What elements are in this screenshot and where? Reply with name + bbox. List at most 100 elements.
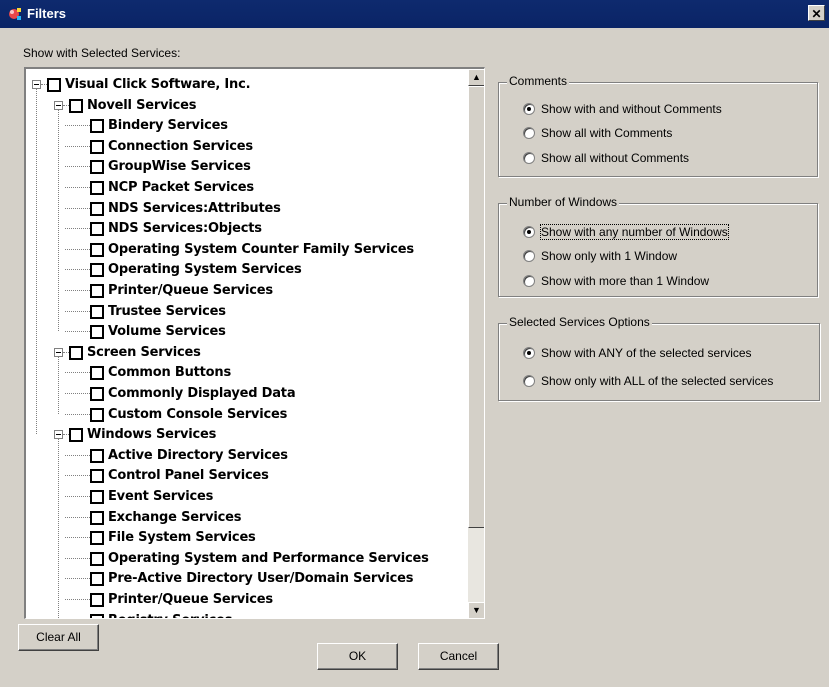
- tree-node[interactable]: NDS Services:Attributes: [26, 199, 466, 219]
- radio-dot: [523, 226, 535, 238]
- tree-checkbox[interactable]: [90, 263, 104, 278]
- tree-node[interactable]: Operating System Services: [26, 260, 466, 280]
- tree-node-label: Connection Services: [108, 138, 253, 154]
- close-icon: ✕: [811, 7, 822, 21]
- tree-connector: [65, 413, 90, 415]
- tree-node[interactable]: Connection Services: [26, 137, 466, 157]
- ok-button[interactable]: OK: [317, 643, 398, 670]
- tree-checkbox[interactable]: [90, 448, 104, 463]
- tree-connector: [58, 109, 59, 332]
- tree-connector: [65, 207, 90, 209]
- radio-label: Show all without Comments: [541, 151, 690, 165]
- tree-node[interactable]: Event Services: [26, 487, 466, 507]
- tree-vertical-scrollbar[interactable]: ▲ ▼: [468, 69, 484, 618]
- collapse-icon[interactable]: [54, 100, 63, 110]
- tree-checkbox[interactable]: [90, 510, 104, 525]
- radio-label: Show with any number of Windows: [540, 224, 729, 240]
- tree-checkbox[interactable]: [90, 181, 104, 195]
- tree-checkbox[interactable]: [90, 366, 104, 381]
- tree-node[interactable]: Printer/Queue Services: [26, 590, 466, 610]
- tree-connector: [65, 125, 90, 127]
- tree-checkbox[interactable]: [90, 572, 104, 587]
- tree-node[interactable]: Registry Services: [26, 611, 466, 618]
- tree-node[interactable]: Volume Services: [26, 322, 466, 342]
- tree-node-label: Control Panel Services: [108, 468, 269, 484]
- tree-node-label: Operating System Counter Family Services: [108, 241, 414, 257]
- tree-node-label: Windows Services: [87, 427, 217, 443]
- tree-node[interactable]: GroupWise Services: [26, 157, 466, 177]
- clear-all-button[interactable]: Clear All: [18, 624, 99, 651]
- scroll-down-button[interactable]: ▼: [468, 602, 484, 618]
- tree-node[interactable]: Custom Console Services: [26, 405, 466, 425]
- windows-group-title: Number of Windows: [507, 195, 620, 209]
- tree-connector: [65, 496, 90, 497]
- tree-checkbox[interactable]: [69, 98, 83, 113]
- tree-node[interactable]: Trustee Services: [26, 302, 466, 322]
- tree-checkbox[interactable]: [90, 593, 104, 607]
- tree-node[interactable]: Pre-Active Directory User/Domain Service…: [26, 569, 466, 589]
- scroll-up-button[interactable]: ▲: [468, 69, 484, 86]
- comments-group-title: Comments: [507, 74, 570, 88]
- tree-checkbox[interactable]: [90, 387, 104, 401]
- tree-checkbox[interactable]: [90, 325, 104, 340]
- filter-app-icon: [9, 8, 21, 20]
- tree-node[interactable]: Operating System Counter Family Services: [26, 240, 466, 260]
- tree-node[interactable]: Printer/Queue Services: [26, 281, 466, 301]
- tree-node[interactable]: Bindery Services: [26, 116, 466, 136]
- tree-node[interactable]: Windows Services: [26, 425, 466, 445]
- tree-checkbox[interactable]: [90, 551, 104, 566]
- cancel-button[interactable]: Cancel: [418, 643, 499, 670]
- tree-checkbox[interactable]: [47, 78, 61, 92]
- tree-checkbox[interactable]: [90, 119, 104, 134]
- tree-node[interactable]: Commonly Displayed Data: [26, 384, 466, 404]
- tree-node-label: Operating System Services: [108, 262, 302, 278]
- tree-checkbox[interactable]: [90, 284, 104, 298]
- tree-checkbox[interactable]: [90, 613, 104, 618]
- tree-node[interactable]: Screen Services: [26, 343, 466, 363]
- tree-node[interactable]: Exchange Services: [26, 508, 466, 528]
- tree-node[interactable]: Novell Services: [26, 96, 466, 116]
- tree-node-label: Registry Services: [108, 613, 233, 618]
- tree-checkbox[interactable]: [90, 201, 104, 216]
- tree-node-label: NDS Services:Objects: [108, 221, 262, 237]
- tree-node[interactable]: Operating System and Performance Service…: [26, 549, 466, 569]
- tree-node[interactable]: Control Panel Services: [26, 466, 466, 486]
- tree-connector: [65, 187, 90, 188]
- tree-checkbox[interactable]: [69, 428, 83, 443]
- tree-checkbox[interactable]: [90, 222, 104, 237]
- close-button[interactable]: ✕: [808, 5, 825, 21]
- tree-checkbox[interactable]: [90, 242, 104, 257]
- tree-checkbox[interactable]: [90, 531, 104, 546]
- tree-checkbox[interactable]: [90, 304, 104, 319]
- tree-checkbox[interactable]: [90, 407, 104, 422]
- tree-checkbox[interactable]: [90, 469, 104, 484]
- tree-checkbox[interactable]: [90, 160, 104, 175]
- collapse-icon[interactable]: [54, 430, 63, 440]
- tree-connector: [65, 248, 90, 250]
- collapse-icon[interactable]: [54, 347, 63, 357]
- tree-node[interactable]: NDS Services:Objects: [26, 219, 466, 239]
- tree-node[interactable]: Common Buttons: [26, 363, 466, 383]
- tree-connector: [65, 599, 90, 600]
- radio-label: Show with more than 1 Window: [541, 274, 710, 288]
- tree-node[interactable]: NCP Packet Services: [26, 178, 466, 198]
- tree-checkbox[interactable]: [90, 490, 104, 504]
- tree-node[interactable]: File System Services: [26, 528, 466, 548]
- tree-checkbox[interactable]: [90, 139, 104, 154]
- tree-node-label: NCP Packet Services: [108, 180, 254, 195]
- tree-node[interactable]: Visual Click Software, Inc.: [26, 75, 466, 95]
- tree-connector: [65, 228, 90, 230]
- tree-node-label: NDS Services:Attributes: [108, 200, 281, 216]
- services-tree[interactable]: Visual Click Software, Inc. Novell Servic…: [24, 67, 485, 619]
- tree-checkbox[interactable]: [69, 345, 83, 360]
- collapse-icon[interactable]: [32, 80, 41, 89]
- radio-dot: [523, 127, 535, 139]
- tree-node-label: Common Buttons: [108, 365, 231, 381]
- services-options-group-title: Selected Services Options: [507, 315, 652, 329]
- comments-group: Comments Show with and without Comments …: [498, 74, 818, 177]
- tree-node[interactable]: Active Directory Services: [26, 446, 466, 466]
- tree-connector: [36, 89, 37, 435]
- scroll-thumb[interactable]: [468, 86, 484, 528]
- radio-dot: [523, 347, 535, 359]
- arrow-up-icon: ▲: [472, 72, 481, 82]
